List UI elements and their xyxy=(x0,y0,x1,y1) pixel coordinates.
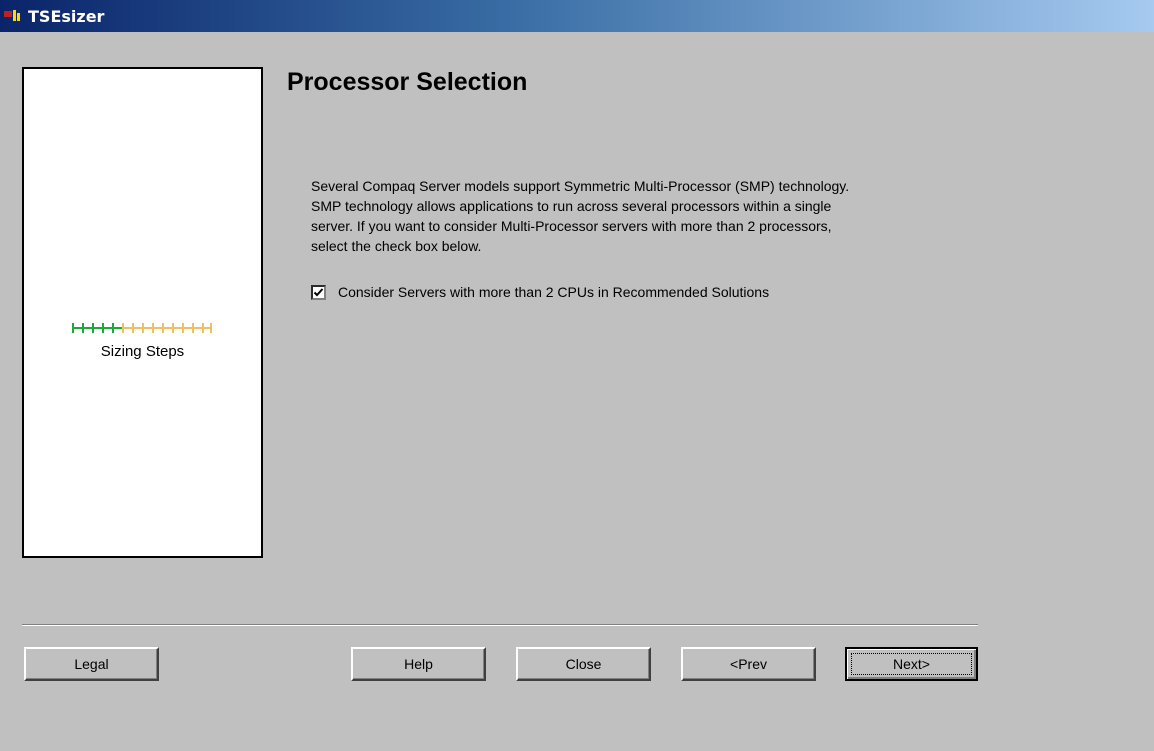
description-line: SMP technology allows applications to ru… xyxy=(311,198,832,214)
description-line: select the check box below. xyxy=(311,238,482,254)
tsesizer-app-icon[interactable] xyxy=(4,8,24,24)
page-title: Processor Selection xyxy=(287,68,528,96)
next-button[interactable]: Next> xyxy=(845,647,978,681)
consider-servers-label[interactable]: Consider Servers with more than 2 CPUs i… xyxy=(338,284,769,300)
tsesizer-window: TSEsizer Sizing Steps Processor Selectio… xyxy=(0,0,1154,751)
description-line: Several Compaq Server models support Sym… xyxy=(311,178,850,194)
progress-panel: Sizing Steps xyxy=(22,67,263,558)
consider-servers-checkbox-row[interactable]: Consider Servers with more than 2 CPUs i… xyxy=(311,284,769,300)
separator xyxy=(22,624,978,626)
sizing-steps-progress xyxy=(72,323,212,333)
prev-button[interactable]: <Prev xyxy=(681,647,816,681)
checkmark-icon xyxy=(313,287,324,296)
legal-button[interactable]: Legal xyxy=(24,647,159,681)
window-title: TSEsizer xyxy=(28,6,105,26)
description-line: server. If you want to consider Multi-Pr… xyxy=(311,218,832,234)
sizing-steps-caption: Sizing Steps xyxy=(100,343,185,360)
consider-servers-checkbox[interactable] xyxy=(311,284,326,300)
next-button-label: Next> xyxy=(851,653,972,675)
description: Several Compaq Server models support Sym… xyxy=(311,176,991,256)
close-button[interactable]: Close xyxy=(516,647,651,681)
help-button[interactable]: Help xyxy=(351,647,486,681)
title-bar[interactable]: TSEsizer xyxy=(0,0,1154,32)
